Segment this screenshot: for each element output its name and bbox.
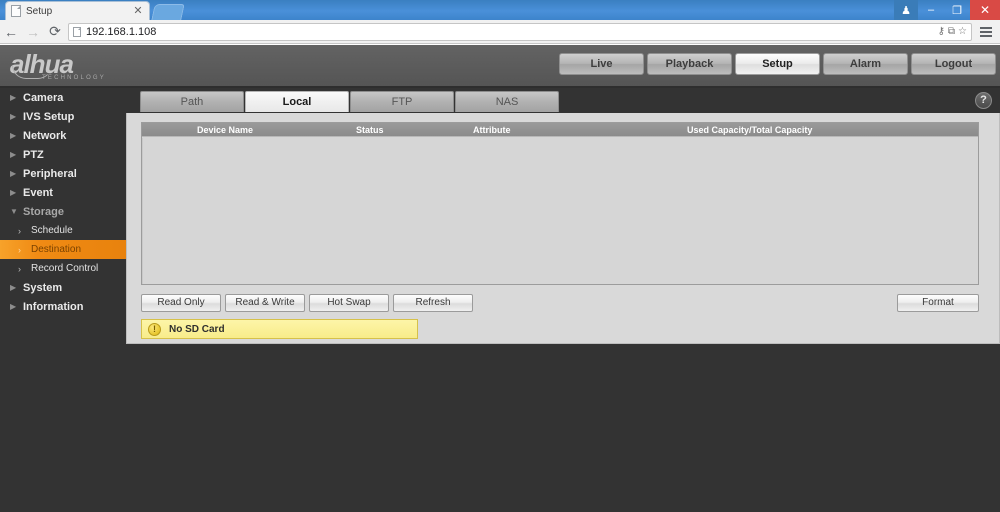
app-body: ▶ Camera ▶ IVS Setup ▶ Network ▶ PTZ ▶ P… [0, 88, 1000, 512]
sidebar-item-label: Peripheral [23, 167, 77, 180]
content-tab-strip: Path Local FTP NAS ? [126, 88, 1000, 113]
tab-ftp[interactable]: FTP [350, 91, 454, 112]
address-bar-icons: ⚷ ⧉ ☆ [938, 26, 967, 37]
sidebar-item-label: Storage [23, 205, 64, 218]
table-body-empty [142, 138, 978, 284]
maximize-icon[interactable]: ❐ [944, 0, 970, 20]
storage-device-table: Device Name Status Attribute Used Capaci… [141, 122, 979, 285]
chevron-right-icon: ▶ [10, 112, 17, 121]
sidebar-item-label: PTZ [23, 148, 44, 161]
column-header-used-total-capacity: Used Capacity/Total Capacity [687, 124, 813, 135]
chevron-right-icon: › [18, 225, 21, 236]
browser-tab-title: Setup [26, 5, 53, 17]
sidebar-item-label: Destination [31, 244, 82, 255]
tab-path[interactable]: Path [140, 91, 244, 112]
content-area: Path Local FTP NAS ? Device Name Status … [126, 88, 1000, 512]
chevron-down-icon: ▼ [10, 207, 18, 216]
browser-tab[interactable]: Setup ✕ [5, 1, 150, 20]
sidebar: ▶ Camera ▶ IVS Setup ▶ Network ▶ PTZ ▶ P… [0, 88, 126, 512]
sidebar-item-camera[interactable]: ▶ Camera [0, 88, 126, 107]
minimize-icon[interactable]: – [918, 0, 944, 20]
chevron-right-icon: › [18, 244, 21, 255]
back-arrow-icon[interactable]: ← [0, 21, 22, 43]
refresh-button[interactable]: Refresh [393, 294, 473, 312]
close-icon[interactable]: ✕ [132, 6, 144, 17]
forward-arrow-icon[interactable]: → [22, 21, 44, 43]
top-navigation: Live Playback Setup Alarm Logout [559, 53, 996, 75]
chevron-right-icon: ▶ [10, 169, 17, 178]
topnav-logout[interactable]: Logout [911, 53, 996, 75]
column-header-device-name: Device Name [197, 124, 254, 135]
chevron-right-icon: ▶ [10, 302, 17, 311]
read-only-button[interactable]: Read Only [141, 294, 221, 312]
sidebar-item-record-control[interactable]: › Record Control [0, 259, 126, 278]
address-bar-url: 192.168.1.108 [86, 25, 157, 38]
sidebar-item-label: Camera [23, 91, 64, 104]
reload-icon[interactable]: ⟳ [44, 21, 66, 43]
sidebar-item-label: Event [23, 186, 53, 199]
chevron-right-icon: ▶ [10, 188, 17, 197]
sidebar-item-storage[interactable]: ▼ Storage [0, 202, 126, 221]
tab-nas[interactable]: NAS [455, 91, 559, 112]
table-header-row: Device Name Status Attribute Used Capaci… [142, 123, 978, 137]
read-write-button[interactable]: Read & Write [225, 294, 305, 312]
key-icon[interactable]: ⚷ [938, 26, 945, 37]
column-header-status: Status [356, 124, 384, 135]
bookmark-star-icon[interactable]: ☆ [958, 26, 967, 37]
page-icon [11, 5, 21, 17]
browser-tab-strip: Setup ✕ ♟ – ❐ ✕ [0, 0, 1000, 20]
chevron-right-icon: ▶ [10, 150, 17, 159]
topnav-setup[interactable]: Setup [735, 53, 820, 75]
help-question-icon[interactable]: ? [975, 92, 992, 109]
windows-copy-icon[interactable]: ⧉ [948, 26, 955, 37]
sidebar-item-label: Network [23, 129, 67, 142]
new-tab-icon[interactable] [151, 4, 185, 20]
topnav-live[interactable]: Live [559, 53, 644, 75]
sidebar-item-information[interactable]: ▶ Information [0, 297, 126, 316]
topnav-playback[interactable]: Playback [647, 53, 732, 75]
sidebar-item-peripheral[interactable]: ▶ Peripheral [0, 164, 126, 183]
dahua-logo: alhua TECHNOLOGY [10, 51, 106, 81]
window-controls: ♟ – ❐ ✕ [894, 0, 1000, 20]
format-button[interactable]: Format [897, 294, 979, 312]
user-avatar-icon[interactable]: ♟ [894, 0, 918, 20]
local-storage-panel: Device Name Status Attribute Used Capaci… [126, 113, 1000, 344]
chevron-right-icon: › [18, 263, 21, 274]
page-icon [73, 26, 81, 37]
browser-menu-icon[interactable] [976, 21, 996, 43]
topnav-alarm[interactable]: Alarm [823, 53, 908, 75]
hot-swap-button[interactable]: Hot Swap [309, 294, 389, 312]
sidebar-item-destination[interactable]: › Destination [0, 240, 126, 259]
status-notice: ! No SD Card [141, 319, 418, 339]
sidebar-item-schedule[interactable]: › Schedule [0, 221, 126, 240]
sidebar-item-network[interactable]: ▶ Network [0, 126, 126, 145]
sidebar-item-label: Information [23, 300, 84, 313]
window-close-icon[interactable]: ✕ [970, 0, 1000, 20]
address-bar[interactable]: 192.168.1.108 ⚷ ⧉ ☆ [68, 22, 972, 41]
sidebar-item-ivs-setup[interactable]: ▶ IVS Setup [0, 107, 126, 126]
status-notice-text: No SD Card [169, 323, 225, 335]
column-header-attribute: Attribute [473, 124, 511, 135]
storage-action-buttons: Read Only Read & Write Hot Swap Refresh … [141, 294, 979, 312]
chevron-right-icon: ▶ [10, 93, 17, 102]
tab-local[interactable]: Local [245, 91, 349, 112]
sidebar-item-system[interactable]: ▶ System [0, 278, 126, 297]
sidebar-item-label: IVS Setup [23, 110, 75, 123]
sidebar-item-label: Record Control [31, 263, 99, 274]
chevron-right-icon: ▶ [10, 283, 17, 292]
sidebar-item-ptz[interactable]: ▶ PTZ [0, 145, 126, 164]
app-header: alhua TECHNOLOGY Live Playback Setup Ala… [0, 45, 1000, 88]
browser-toolbar: ← → ⟳ 192.168.1.108 ⚷ ⧉ ☆ [0, 20, 1000, 44]
sidebar-item-label: System [23, 281, 63, 294]
chevron-right-icon: ▶ [10, 131, 17, 140]
sidebar-item-label: Schedule [31, 225, 73, 236]
sidebar-item-event[interactable]: ▶ Event [0, 183, 126, 202]
warning-icon: ! [148, 322, 161, 336]
